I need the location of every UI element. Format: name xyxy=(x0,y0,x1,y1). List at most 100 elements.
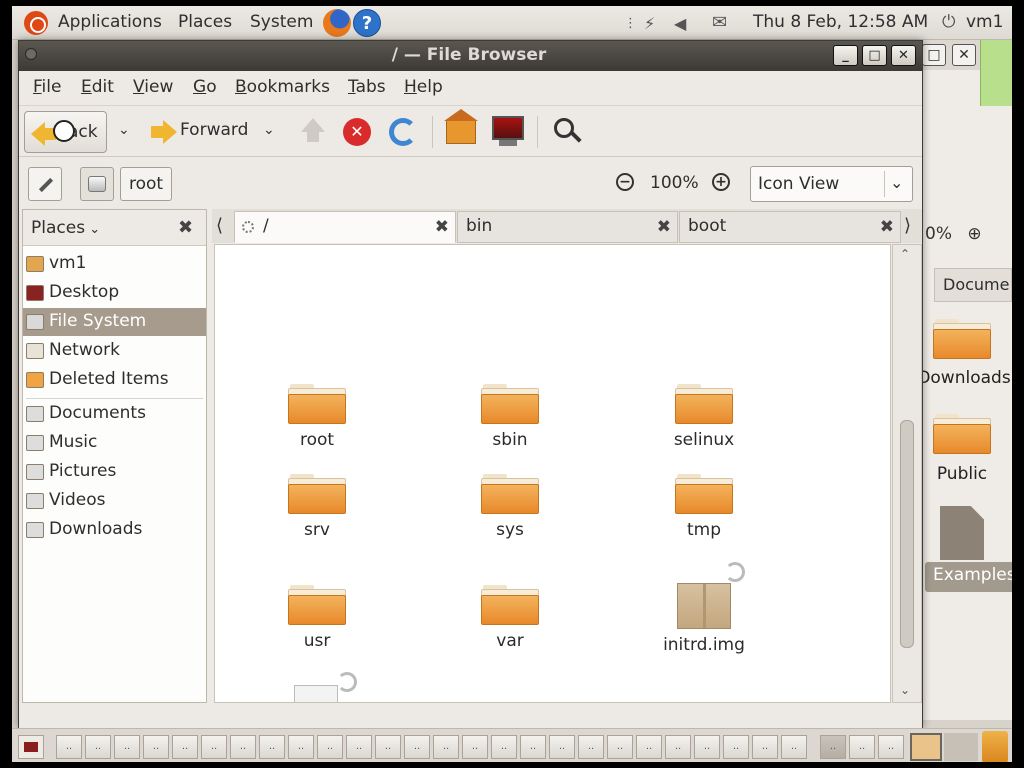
tab-root[interactable]: / ✖ xyxy=(234,211,456,243)
background-item-label[interactable]: Public xyxy=(912,464,1012,484)
file-item[interactable]: initrd.img xyxy=(649,583,759,655)
zoom-out-icon[interactable]: − xyxy=(616,173,634,191)
back-button[interactable]: ack xyxy=(24,111,107,153)
sidebar-item-desktop[interactable]: Desktop xyxy=(23,279,206,307)
taskbar-item[interactable]: .. xyxy=(375,735,401,759)
forward-history-chevron-icon[interactable]: ⌄ xyxy=(263,122,275,138)
clock[interactable]: Thu 8 Feb, 12:58 AM xyxy=(753,12,928,32)
tab-scroll-left-icon[interactable]: ⟨ xyxy=(216,215,223,236)
taskbar-item[interactable]: .. xyxy=(694,735,720,759)
taskbar-item[interactable]: .. xyxy=(878,735,904,759)
menu-file[interactable]: File xyxy=(33,77,61,97)
vertical-scrollbar[interactable]: ⌃ ⌄ xyxy=(892,244,922,703)
downloads-folder-icon[interactable] xyxy=(933,319,991,369)
close-button[interactable]: ✕ xyxy=(891,45,916,66)
edit-location-button[interactable] xyxy=(28,167,62,201)
taskbar-item[interactable]: .. xyxy=(549,735,575,759)
taskbar-item[interactable]: .. xyxy=(491,735,517,759)
scrollbar-thumb[interactable] xyxy=(900,420,914,648)
taskbar-item[interactable]: .. xyxy=(752,735,778,759)
back-history-chevron-icon[interactable]: ⌄ xyxy=(118,122,130,138)
user-menu[interactable]: vm1 xyxy=(966,12,1003,32)
sidebar-item-music[interactable]: Music xyxy=(23,429,206,457)
sidebar-item-downloads[interactable]: Downloads xyxy=(23,516,206,544)
firefox-icon[interactable] xyxy=(323,9,351,37)
volume-icon[interactable]: ◀ xyxy=(674,14,686,33)
taskbar-item[interactable]: .. xyxy=(578,735,604,759)
reload-icon[interactable] xyxy=(389,118,417,146)
zoom-in-icon[interactable]: + xyxy=(712,173,730,191)
menu-bookmarks[interactable]: Bookmarks xyxy=(235,77,330,97)
taskbar-item[interactable]: .. xyxy=(433,735,459,759)
file-item[interactable]: usr xyxy=(262,585,372,651)
taskbar-item[interactable]: .. xyxy=(230,735,256,759)
file-icon-view[interactable]: root sbin selinux srv sys tmp usr var in… xyxy=(214,244,891,703)
sidebar-item-file-system[interactable]: File System xyxy=(23,308,206,336)
sidebar-item-documents[interactable]: Documents xyxy=(23,400,206,428)
taskbar-item[interactable]: .. xyxy=(143,735,169,759)
file-item[interactable]: sbin xyxy=(455,384,565,450)
window-menu-icon[interactable] xyxy=(25,48,37,60)
forward-button[interactable]: Forward xyxy=(180,120,248,140)
close-tab-icon[interactable]: ✖ xyxy=(657,217,671,237)
file-item[interactable]: srv xyxy=(262,474,372,540)
sidebar-item-videos[interactable]: Videos xyxy=(23,487,206,515)
background-item-selected[interactable]: Examples xyxy=(925,562,1012,592)
root-path-button[interactable]: root xyxy=(120,167,172,201)
file-item[interactable]: root xyxy=(262,384,372,450)
forward-arrow-icon[interactable] xyxy=(163,120,177,144)
sidebar-item-pictures[interactable]: Pictures xyxy=(23,458,206,486)
stop-icon[interactable]: ✕ xyxy=(343,118,371,146)
taskbar-item[interactable]: .. xyxy=(201,735,227,759)
background-close-button[interactable]: ✕ xyxy=(952,44,976,66)
taskbar-item[interactable]: .. xyxy=(114,735,140,759)
file-item[interactable]: tmp xyxy=(649,474,759,540)
background-tab[interactable]: Docume xyxy=(934,268,1012,302)
window-titlebar[interactable]: / — File Browser _ □ ✕ xyxy=(19,41,922,71)
ubuntu-logo-icon[interactable] xyxy=(24,11,48,35)
tab-boot[interactable]: boot ✖ xyxy=(679,211,901,243)
sidebar-type-select[interactable]: Places ⌄ xyxy=(31,218,100,238)
sidebar-item-vm1[interactable]: vm1 xyxy=(23,250,206,278)
menu-tabs[interactable]: Tabs xyxy=(348,77,386,97)
applications-menu[interactable]: Applications xyxy=(58,12,162,32)
menu-edit[interactable]: Edit xyxy=(81,77,114,97)
taskbar-item[interactable]: .. xyxy=(636,735,662,759)
scroll-up-icon[interactable]: ⌃ xyxy=(900,247,910,261)
file-item[interactable]: selinux xyxy=(649,384,759,450)
taskbar-item[interactable]: .. xyxy=(462,735,488,759)
taskbar-item[interactable]: .. xyxy=(723,735,749,759)
close-tab-icon[interactable]: ✖ xyxy=(880,217,894,237)
sidebar-item-deleted-items[interactable]: Deleted Items xyxy=(23,366,206,394)
mail-icon[interactable]: ✉ xyxy=(712,12,727,33)
file-item[interactable]: var xyxy=(455,585,565,651)
system-menu[interactable]: System xyxy=(250,12,313,32)
computer-icon[interactable] xyxy=(492,116,524,140)
taskbar-item[interactable]: .. xyxy=(346,735,372,759)
taskbar-item[interactable]: .. xyxy=(259,735,285,759)
scroll-down-icon[interactable]: ⌄ xyxy=(900,683,910,697)
menu-help[interactable]: Help xyxy=(404,77,443,97)
taskbar-item[interactable]: .. xyxy=(288,735,314,759)
taskbar-item[interactable]: .. xyxy=(317,735,343,759)
background-maximize-button[interactable]: □ xyxy=(922,44,946,66)
home-icon[interactable] xyxy=(444,109,478,144)
help-icon[interactable]: ? xyxy=(353,9,381,37)
menu-view[interactable]: View xyxy=(133,77,173,97)
trash-icon[interactable] xyxy=(982,731,1008,762)
menu-go[interactable]: Go xyxy=(193,77,217,97)
workspace-switcher-active[interactable] xyxy=(910,733,942,761)
background-item-label[interactable]: Downloads xyxy=(914,368,1012,388)
taskbar-item[interactable]: .. xyxy=(520,735,546,759)
taskbar-item[interactable]: .. xyxy=(849,735,875,759)
workspace-switcher[interactable] xyxy=(944,733,978,761)
tab-scroll-right-icon[interactable]: ⟩ xyxy=(904,215,911,236)
file-item[interactable]: sys xyxy=(455,474,565,540)
places-menu[interactable]: Places xyxy=(178,12,232,32)
taskbar-item[interactable]: .. xyxy=(85,735,111,759)
up-arrow-icon[interactable] xyxy=(301,118,325,132)
sidebar-item-network[interactable]: Network xyxy=(23,337,206,365)
taskbar-item[interactable]: .. xyxy=(56,735,82,759)
taskbar-item[interactable]: .. xyxy=(607,735,633,759)
close-tab-icon[interactable]: ✖ xyxy=(435,217,449,237)
